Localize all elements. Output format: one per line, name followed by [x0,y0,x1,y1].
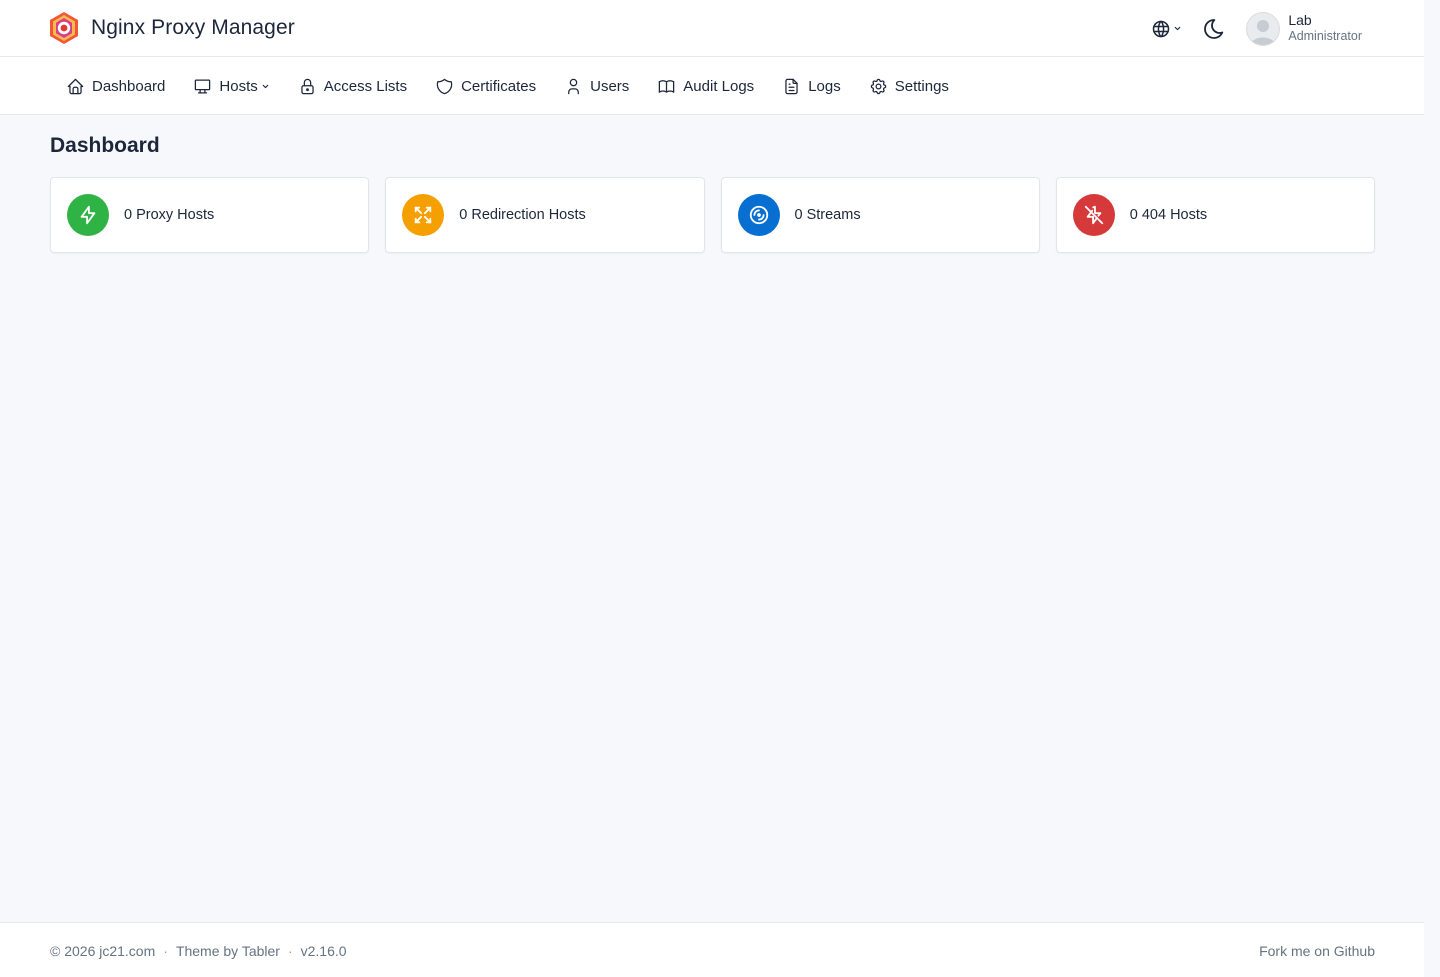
card-proxy-hosts[interactable]: 0 Proxy Hosts [50,177,370,253]
nav-item-label: Access Lists [323,77,408,95]
footer-left: © 2026 jc21.com · Theme by Tabler · v2.1… [50,923,347,977]
user-name: Lab [1288,11,1312,28]
arrows-cross-icon [415,206,432,224]
top-header: Nginx Proxy Manager Lab Administrator [0,0,1424,57]
nav-item-label: Hosts [219,77,258,95]
shield-icon [436,78,453,94]
footer-separator: · [163,942,168,959]
nav-item-audit-logs[interactable]: Audit Logs [643,57,768,115]
user-icon [568,78,580,94]
nav-item-access-lists[interactable]: Access Lists [284,57,421,115]
disc-icon [749,205,768,225]
card-label: 0 Streams [794,207,861,223]
nav-item-label: Dashboard [92,77,166,95]
nav-item-certificates[interactable]: Certificates [421,57,550,115]
file-text-icon [785,78,798,94]
page-title: Dashboard [50,134,160,157]
language-selector[interactable] [1151,19,1182,39]
chevron-down-icon [262,84,269,88]
user-menu[interactable]: Lab Administrator [1246,11,1362,46]
bolt-off-icon [1084,205,1103,225]
card-label: 0 Redirection Hosts [459,207,586,223]
dark-mode-toggle[interactable] [1202,17,1226,41]
stats-cards: 0 Proxy Hosts 0 Redirection Hosts 0 Stre… [50,177,1375,253]
header-actions: Lab Administrator [1151,0,1362,57]
moon-icon [1204,18,1224,39]
gear-icon [870,78,886,94]
version-link[interactable]: v2.16.0 [301,943,347,959]
book-icon [659,79,675,93]
page: Nginx Proxy Manager Lab Administrator Da… [0,0,1424,977]
card-label: 0 Proxy Hosts [124,207,215,223]
nav-item-users[interactable]: Users [550,57,643,115]
card-icon-badge [737,194,780,236]
nav-item-logs[interactable]: Logs [768,57,855,115]
lock-icon [301,78,314,94]
nav-item-label: Logs [808,77,841,95]
avatar [1246,11,1281,46]
card-icon-badge [67,194,109,236]
monitor-icon [195,79,211,93]
user-info: Lab Administrator [1288,12,1362,45]
nav-item-label: Users [590,77,630,95]
nav-item-label: Audit Logs [683,77,755,95]
chevron-down-icon [1175,26,1181,31]
scrollbar[interactable] [1424,0,1440,977]
app-title: Nginx Proxy Manager [91,16,295,39]
copyright-link[interactable]: © 2026 jc21.com [50,943,155,959]
card-redirection-hosts[interactable]: 0 Redirection Hosts [385,177,705,253]
card-icon-badge [1072,194,1115,236]
card-404-hosts[interactable]: 0 404 Hosts [1055,177,1375,253]
nav-item-label: Settings [894,77,949,95]
bolt-icon [80,205,96,225]
main-nav: Dashboard Hosts Access Lists Certificate… [0,57,1424,115]
brand-link[interactable]: Nginx Proxy Manager [48,11,295,45]
nav-item-dashboard[interactable]: Dashboard [52,57,179,115]
logo-icon [50,12,78,44]
nav-item-hosts[interactable]: Hosts [179,57,283,115]
card-label: 0 404 Hosts [1129,207,1208,223]
nav-list: Dashboard Hosts Access Lists Certificate… [52,57,963,115]
card-streams[interactable]: 0 Streams [720,177,1040,253]
footer-separator: · [287,942,293,959]
nav-item-label: Certificates [461,77,537,95]
footer: © 2026 jc21.com · Theme by Tabler · v2.1… [0,922,1424,977]
home-icon [67,78,84,94]
card-icon-badge [402,194,445,236]
globe-icon [1153,20,1170,37]
theme-link[interactable]: Theme by Tabler [176,943,280,959]
user-silhouette-icon [1251,19,1276,45]
github-link[interactable]: Fork me on Github [1259,923,1375,977]
nav-item-settings[interactable]: Settings [855,57,963,115]
user-role: Administrator [1288,29,1362,44]
